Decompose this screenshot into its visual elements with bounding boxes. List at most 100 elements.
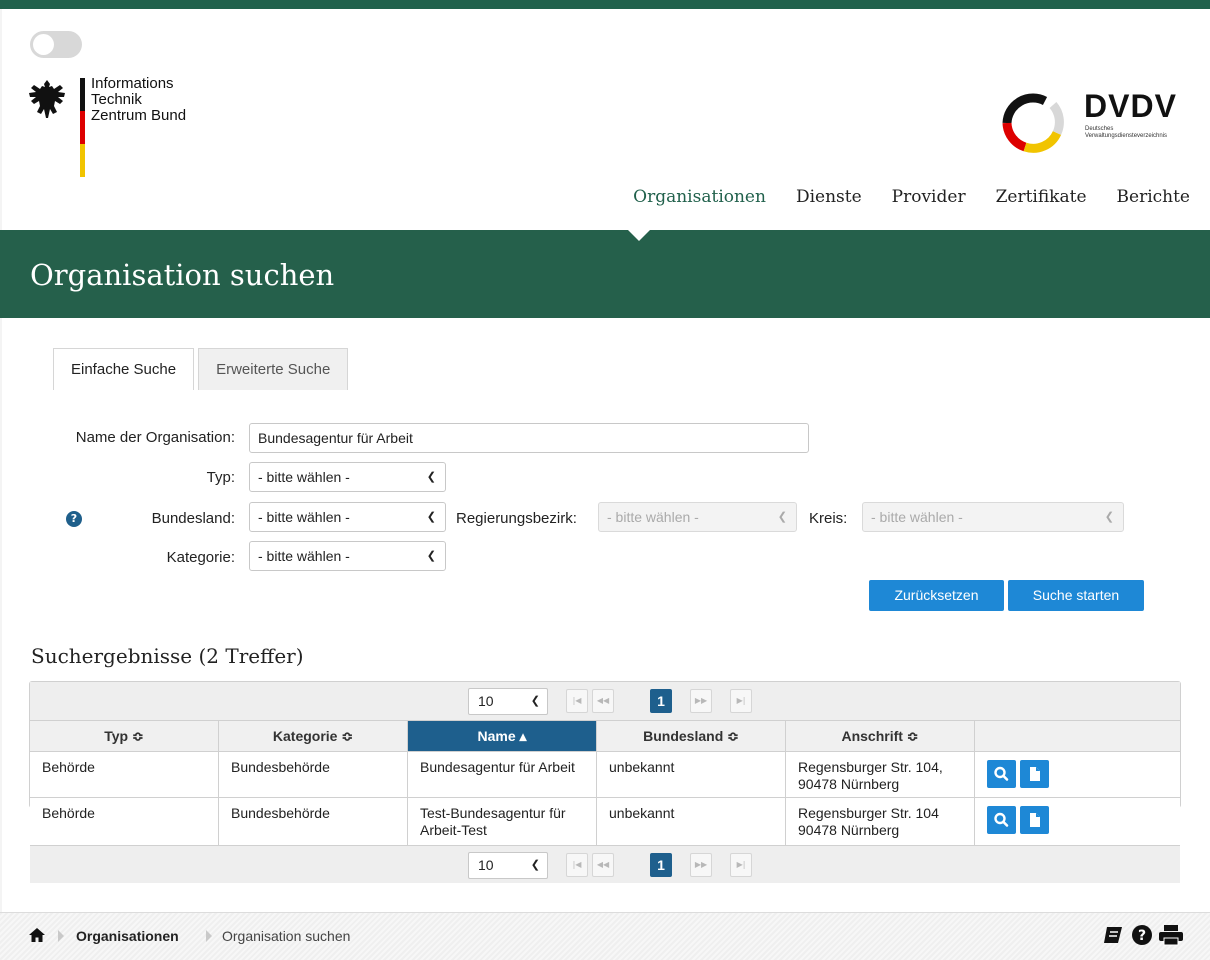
last-page-icon[interactable]: ▶| <box>730 853 752 877</box>
cell-bundesland: unbekannt <box>597 798 786 846</box>
breadcrumb-organisationen[interactable]: Organisationen <box>76 928 179 944</box>
document-icon <box>1030 813 1040 827</box>
tab-einfache-suche[interactable]: Einfache Suche <box>53 348 195 390</box>
column-header-kategorie[interactable]: Kategorie ≎ <box>219 721 408 752</box>
search-tabs: Einfache Suche Erweiterte Suche <box>53 348 352 390</box>
kreis-select-value: - bitte wählen - <box>871 509 963 525</box>
results-table: 10 ❮ |◀ ◀◀ 1 ▶▶ ▶| Typ ≎ Kategorie ≎ Nam… <box>29 681 1181 808</box>
manual-icon[interactable] <box>1102 925 1124 945</box>
typ-select-value: - bitte wählen - <box>258 469 350 485</box>
current-page-button[interactable]: 1 <box>650 853 672 877</box>
pager-top: 10 ❮ |◀ ◀◀ 1 ▶▶ ▶| <box>30 682 1180 720</box>
breadcrumb-current: Organisation suchen <box>222 928 351 944</box>
svg-text:?: ? <box>1138 928 1146 944</box>
bundesland-select[interactable]: - bitte wählen - ❮ <box>249 502 446 532</box>
cell-kategorie: Bundesbehörde <box>219 752 408 800</box>
next-page-icon[interactable]: ▶▶ <box>690 853 712 877</box>
column-header-typ[interactable]: Typ ≎ <box>30 721 219 752</box>
breadcrumb-separator <box>58 930 64 942</box>
nav-zertifikate[interactable]: Zertifikate <box>996 186 1087 208</box>
cell-actions <box>975 798 1180 846</box>
typ-label: Typ: <box>206 469 235 486</box>
regierungsbezirk-select-value: - bitte wählen - <box>607 509 699 525</box>
next-page-icon[interactable]: ▶▶ <box>690 689 712 713</box>
organisation-name-input[interactable]: Bundesagentur für Arbeit <box>249 423 809 453</box>
help-icon[interactable]: ? <box>1131 924 1153 946</box>
reset-button[interactable]: Zurücksetzen <box>869 580 1004 611</box>
cell-name: Test-Bundesagentur für Arbeit-Test <box>408 798 597 846</box>
print-icon[interactable] <box>1158 924 1184 946</box>
toggle-knob <box>33 34 54 55</box>
page-size-value: 10 <box>478 857 494 873</box>
page-size-value: 10 <box>478 693 494 709</box>
cell-anschrift: Regensburger Str. 104, 90478 Nürnberg <box>786 752 975 800</box>
column-header-actions <box>975 721 1180 752</box>
search-button[interactable]: Suche starten <box>1008 580 1144 611</box>
kreis-label: Kreis: <box>809 510 848 527</box>
regierungsbezirk-label: Regierungsbezirk: <box>456 510 577 527</box>
column-header-anschrift[interactable]: Anschrift ≎ <box>786 721 975 752</box>
table-row: Behörde Bundesbehörde Test-Bundesagentur… <box>30 797 1180 846</box>
cell-name: Bundesagentur für Arbeit <box>408 752 597 800</box>
prev-page-icon[interactable]: ◀◀ <box>592 853 614 877</box>
chevron-down-icon: ❮ <box>426 511 436 523</box>
kategorie-select[interactable]: - bitte wählen - ❮ <box>249 541 446 571</box>
bundesland-label: Bundesland: <box>151 510 235 527</box>
pager-bottom: 10 ❮ |◀ ◀◀ 1 ▶▶ ▶| <box>30 845 1180 883</box>
kreis-select[interactable]: - bitte wählen - ❮ <box>862 502 1124 532</box>
cell-kategorie: Bundesbehörde <box>219 798 408 846</box>
cell-actions <box>975 752 1180 800</box>
page-title: Organisation suchen <box>30 258 335 292</box>
flag-bar <box>80 78 85 177</box>
page-size-select-top[interactable]: 10 ❮ <box>468 688 548 715</box>
nav-dienste[interactable]: Dienste <box>796 186 862 208</box>
nav-berichte[interactable]: Berichte <box>1117 186 1190 208</box>
results-title: Suchergebnisse (2 Treffer) <box>31 644 304 668</box>
dvdv-title: DVDV <box>1084 88 1177 124</box>
export-button[interactable] <box>1020 806 1049 834</box>
cell-anschrift: Regensburger Str. 104 90478 Nürnberg <box>786 798 975 846</box>
page-size-select-bottom[interactable]: 10 ❮ <box>468 852 548 879</box>
itz-line-3: Zentrum Bund <box>91 107 187 124</box>
first-page-icon[interactable]: |◀ <box>566 689 588 713</box>
itz-line-1: Informations <box>91 75 174 92</box>
table-header: Typ ≎ Kategorie ≎ Name ▴ Bundesland ≎ An… <box>30 720 1180 752</box>
chevron-down-icon: ❮ <box>530 695 540 707</box>
cell-typ: Behörde <box>30 752 219 800</box>
chevron-down-icon: ❮ <box>530 859 540 871</box>
top-accent-bar <box>0 0 1210 9</box>
last-page-icon[interactable]: ▶| <box>730 689 752 713</box>
export-button[interactable] <box>1020 760 1049 788</box>
dvdv-sub-line-2: Verwaltungsdiensteverzeichnis <box>1085 133 1168 139</box>
kategorie-label: Kategorie: <box>166 549 235 566</box>
kategorie-select-value: - bitte wählen - <box>258 548 350 564</box>
regierungsbezirk-select[interactable]: - bitte wählen - ❮ <box>598 502 797 532</box>
contrast-toggle[interactable] <box>30 31 82 58</box>
left-edge-line <box>0 9 2 912</box>
dvdv-ring-icon <box>1002 93 1064 153</box>
chevron-down-icon: ❮ <box>1104 511 1114 523</box>
nav-organisationen[interactable]: Organisationen <box>633 186 766 208</box>
federal-eagle-icon <box>29 80 65 118</box>
view-button[interactable] <box>987 760 1016 788</box>
document-icon <box>1030 767 1040 781</box>
view-button[interactable] <box>987 806 1016 834</box>
chevron-down-icon: ❮ <box>426 471 436 483</box>
current-page-button[interactable]: 1 <box>650 689 672 713</box>
search-icon <box>994 812 1009 827</box>
nav-provider[interactable]: Provider <box>892 186 966 208</box>
cell-typ: Behörde <box>30 798 219 846</box>
first-page-icon[interactable]: |◀ <box>566 853 588 877</box>
search-icon <box>994 766 1009 781</box>
typ-select[interactable]: - bitte wählen - ❮ <box>249 462 446 492</box>
column-header-bundesland[interactable]: Bundesland ≎ <box>597 721 786 752</box>
main-nav: Organisationen Dienste Provider Zertifik… <box>603 186 1190 208</box>
home-icon[interactable] <box>28 927 46 943</box>
prev-page-icon[interactable]: ◀◀ <box>592 689 614 713</box>
tab-erweiterte-suche[interactable]: Erweiterte Suche <box>198 348 349 390</box>
itz-line-2: Technik <box>91 91 142 108</box>
help-icon[interactable]: ? <box>66 511 82 527</box>
bundesland-select-value: - bitte wählen - <box>258 509 350 525</box>
column-header-name[interactable]: Name ▴ <box>408 721 597 752</box>
dvdv-sub-line-1: Deutsches <box>1085 126 1114 132</box>
